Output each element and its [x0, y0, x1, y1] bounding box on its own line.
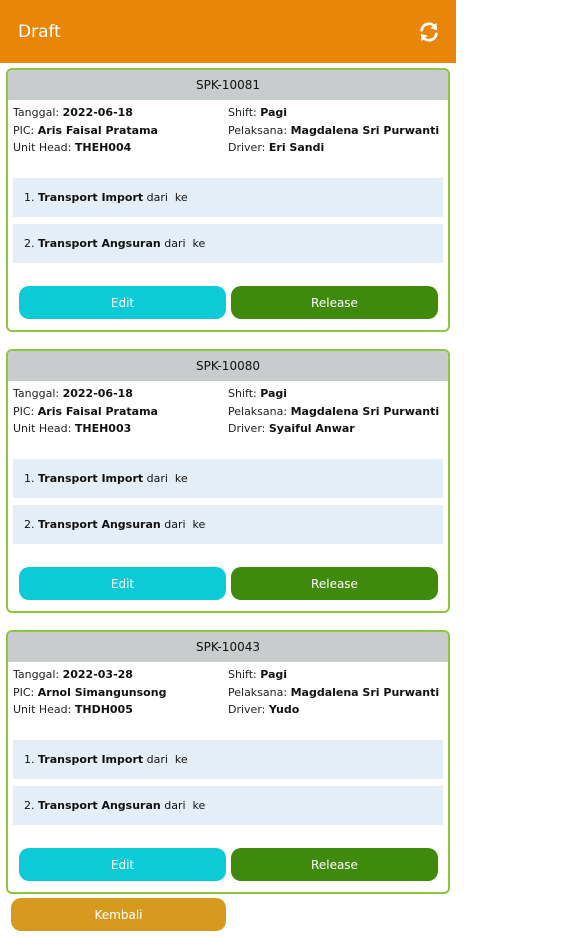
shift-label: Shift: — [228, 668, 257, 681]
pic-value: Arnol Simangunsong — [37, 685, 167, 699]
spk-card: SPK-10043 Tanggal: 2022-03-28 PIC: Arnol… — [6, 630, 450, 894]
task-name: Transport Import — [38, 472, 144, 485]
release-button[interactable]: Release — [231, 848, 438, 881]
driver-label: Driver: — [228, 141, 266, 154]
task-number: 1. — [24, 472, 38, 485]
task-item: 1. Transport Import dari ke — [13, 740, 443, 779]
task-number: 1. — [24, 753, 38, 766]
pelaksana-value: Magdalena Sri Purwanti — [290, 685, 440, 699]
card-title: SPK-10080 — [8, 351, 448, 381]
task-route: dari ke — [160, 518, 206, 531]
task-name: Transport Angsuran — [38, 518, 161, 531]
shift-value: Pagi — [260, 668, 288, 681]
task-item: 2. Transport Angsuran dari ke — [13, 786, 443, 825]
unit-head-label: Unit Head: — [13, 422, 72, 435]
task-route: dari ke — [160, 237, 206, 250]
task-number: 2. — [24, 237, 38, 250]
card-title: SPK-10043 — [8, 632, 448, 662]
spk-card: SPK-10081 Tanggal: 2022-06-18 PIC: Aris … — [6, 68, 450, 332]
pic-label: PIC: — [13, 404, 35, 418]
unit-head-value: THEH004 — [74, 141, 132, 154]
edit-button[interactable]: Edit — [19, 567, 226, 600]
task-number: 2. — [24, 799, 38, 812]
task-item: 2. Transport Angsuran dari ke — [13, 224, 443, 263]
edit-button[interactable]: Edit — [19, 848, 226, 881]
task-name: Transport Angsuran — [38, 799, 161, 812]
pic-value: Aris Faisal Pratama — [37, 123, 158, 137]
tanggal-value: 2022-03-28 — [62, 668, 133, 681]
driver-value: Syaiful Anwar — [268, 422, 355, 435]
card-title: SPK-10081 — [8, 70, 448, 100]
task-number: 1. — [24, 191, 38, 204]
driver-value: Yudo — [268, 703, 300, 716]
tanggal-label: Tanggal: — [13, 106, 60, 119]
task-route: dari ke — [160, 799, 206, 812]
task-number: 2. — [24, 518, 38, 531]
unit-head-label: Unit Head: — [13, 703, 72, 716]
release-button[interactable]: Release — [231, 286, 438, 319]
refresh-icon[interactable] — [416, 19, 442, 45]
task-route: dari ke — [143, 472, 188, 485]
task-name: Transport Angsuran — [38, 237, 161, 250]
card-info: Tanggal: 2022-06-18 PIC: Aris Faisal Pra… — [8, 100, 448, 160]
pelaksana-label: Pelaksana: — [228, 123, 288, 137]
task-route: dari ke — [143, 753, 188, 766]
shift-value: Pagi — [260, 106, 288, 119]
driver-label: Driver: — [228, 422, 266, 435]
app-header: Draft — [0, 0, 456, 63]
back-button[interactable]: Kembali — [11, 898, 226, 931]
driver-label: Driver: — [228, 703, 266, 716]
shift-label: Shift: — [228, 106, 257, 119]
task-item: 1. Transport Import dari ke — [13, 178, 443, 217]
task-route: dari ke — [143, 191, 188, 204]
tanggal-value: 2022-06-18 — [62, 106, 133, 119]
task-name: Transport Import — [38, 753, 144, 766]
unit-head-value: THDH005 — [74, 703, 133, 716]
edit-button[interactable]: Edit — [19, 286, 226, 319]
page-title: Draft — [18, 21, 61, 42]
card-info: Tanggal: 2022-03-28 PIC: Arnol Simanguns… — [8, 662, 448, 722]
tanggal-value: 2022-06-18 — [62, 387, 133, 400]
spk-card: SPK-10080 Tanggal: 2022-06-18 PIC: Aris … — [6, 349, 450, 613]
pic-label: PIC: — [13, 123, 35, 137]
tanggal-label: Tanggal: — [13, 387, 60, 400]
task-item: 2. Transport Angsuran dari ke — [13, 505, 443, 544]
tanggal-label: Tanggal: — [13, 668, 60, 681]
pic-label: PIC: — [13, 685, 35, 699]
pelaksana-value: Magdalena Sri Purwanti — [290, 404, 440, 418]
driver-value: Eri Sandi — [268, 141, 325, 154]
pelaksana-value: Magdalena Sri Purwanti — [290, 123, 440, 137]
pelaksana-label: Pelaksana: — [228, 685, 288, 699]
release-button[interactable]: Release — [231, 567, 438, 600]
pic-value: Aris Faisal Pratama — [37, 404, 158, 418]
shift-label: Shift: — [228, 387, 257, 400]
shift-value: Pagi — [260, 387, 288, 400]
pelaksana-label: Pelaksana: — [228, 404, 288, 418]
task-name: Transport Import — [38, 191, 144, 204]
task-item: 1. Transport Import dari ke — [13, 459, 443, 498]
unit-head-value: THEH003 — [74, 422, 132, 435]
unit-head-label: Unit Head: — [13, 141, 72, 154]
card-info: Tanggal: 2022-06-18 PIC: Aris Faisal Pra… — [8, 381, 448, 441]
